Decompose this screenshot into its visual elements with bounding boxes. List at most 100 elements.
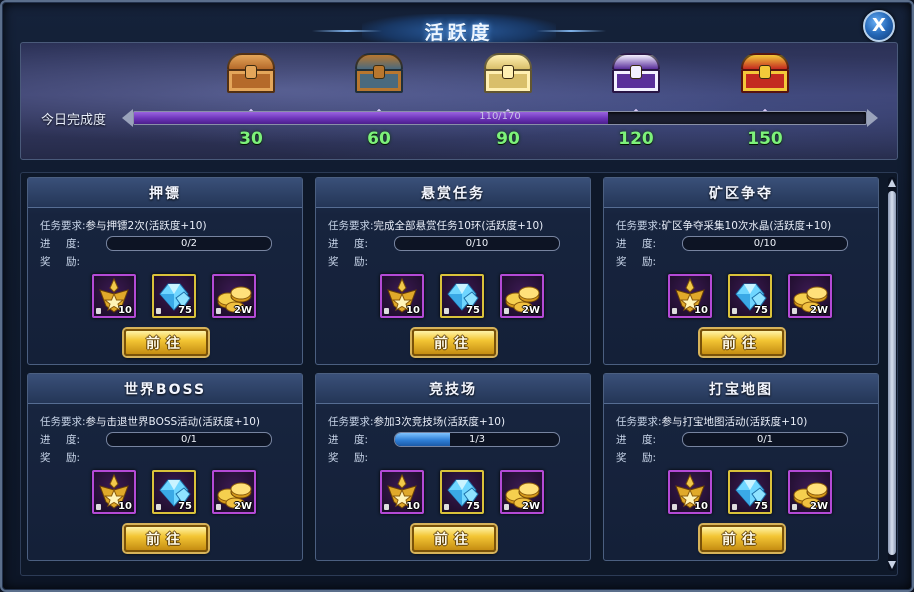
progress-label: 进度: — [40, 434, 81, 446]
quest-title: 世界BOSS — [123, 381, 207, 398]
reward-item[interactable]: 2W — [788, 274, 832, 318]
reward-item[interactable]: 10 — [92, 274, 136, 318]
close-button[interactable]: X — [863, 10, 895, 42]
goto-button-label: 前往 — [146, 531, 186, 548]
reward-quantity: 10 — [694, 501, 708, 512]
milestone-chest[interactable] — [473, 51, 543, 95]
quest-card: 押镖 任务要求:参与押镖2次(活跃度+10) 进度: 0/2 奖励: 10 75 2W 前往 — [27, 177, 303, 365]
reward-item[interactable]: 75 — [728, 274, 772, 318]
close-icon: X — [872, 15, 886, 36]
gold-chest-icon[interactable] — [481, 51, 535, 95]
milestone-chest[interactable] — [601, 51, 671, 95]
quest-requirement-row: 任务要求:完成全部悬赏任务10环(活跃度+10) — [328, 218, 543, 233]
reward-item[interactable]: 75 — [440, 470, 484, 514]
requirement-label: 任务要求: — [328, 416, 374, 428]
window-title: 活跃度 — [424, 21, 494, 44]
quest-progress-bar: 0/1 — [106, 432, 272, 447]
reward-label: 奖励: — [40, 256, 81, 268]
reward-quantity: 10 — [118, 305, 132, 316]
quest-title-bar: 悬赏任务 — [316, 178, 590, 208]
quest-requirement-row: 任务要求:参加3次竞技场(活跃度+10) — [328, 414, 505, 429]
reward-quantity: 2W — [810, 501, 828, 512]
quest-progress-text: 0/2 — [180, 238, 198, 249]
quest-progress-text: 1/3 — [468, 434, 486, 445]
scroll-thumb[interactable] — [888, 191, 896, 555]
reward-item[interactable]: 75 — [152, 470, 196, 514]
goto-button-label: 前往 — [434, 335, 474, 352]
lock-icon — [444, 504, 449, 510]
milestone-chest[interactable] — [344, 51, 414, 95]
activity-banner: 30 60 90 120 150 今日完成度 110/170 — [20, 42, 898, 160]
reward-item[interactable]: 10 — [92, 470, 136, 514]
quest-requirement: 参加3次竞技场(活跃度+10) — [373, 416, 506, 428]
reward-quantity: 10 — [694, 305, 708, 316]
daily-progress-text: 110/170 — [479, 111, 521, 122]
lock-icon — [732, 308, 737, 314]
wooden-chest-icon[interactable] — [224, 51, 278, 95]
quest-title: 矿区争夺 — [709, 185, 773, 202]
quest-card: 矿区争夺 任务要求:矿区争夺采集10次水晶(活跃度+10) 进度: 0/10 奖励: 10… — [603, 177, 879, 365]
reward-label: 奖励: — [328, 256, 369, 268]
iron-chest-icon[interactable] — [352, 51, 406, 95]
goto-button[interactable]: 前往 — [412, 329, 496, 356]
reward-item[interactable]: 75 — [728, 470, 772, 514]
reward-item[interactable]: 2W — [788, 470, 832, 514]
milestone-chest[interactable] — [216, 51, 286, 95]
reward-item[interactable]: 2W — [500, 470, 544, 514]
reward-label: 奖励: — [616, 452, 657, 464]
quest-title-bar: 矿区争夺 — [604, 178, 878, 208]
goto-button[interactable]: 前往 — [700, 329, 784, 356]
milestone-chest[interactable] — [730, 51, 800, 95]
goto-button[interactable]: 前往 — [412, 525, 496, 552]
reward-item[interactable]: 75 — [152, 274, 196, 318]
reward-quantity: 10 — [406, 305, 420, 316]
reward-item[interactable]: 10 — [668, 274, 712, 318]
quest-requirement: 参与击退世界BOSS活动(活跃度+10) — [85, 416, 261, 428]
quest-requirement: 矿区争夺采集10次水晶(活跃度+10) — [661, 220, 832, 232]
lock-icon — [504, 504, 509, 510]
goto-button[interactable]: 前往 — [124, 329, 208, 356]
goto-button[interactable]: 前往 — [700, 525, 784, 552]
lock-icon — [216, 308, 221, 314]
reward-item[interactable]: 2W — [212, 470, 256, 514]
reward-quantity: 75 — [178, 305, 192, 316]
reward-item[interactable]: 10 — [668, 470, 712, 514]
progress-label: 进度: — [40, 238, 81, 250]
scroll-down-arrow-icon[interactable] — [888, 561, 896, 569]
scrollbar[interactable] — [888, 177, 896, 571]
requirement-label: 任务要求: — [40, 220, 86, 232]
reward-item[interactable]: 2W — [500, 274, 544, 318]
quest-title: 打宝地图 — [709, 381, 773, 398]
quest-requirement-row: 任务要求:矿区争夺采集10次水晶(活跃度+10) — [616, 218, 831, 233]
reward-quantity: 75 — [466, 501, 480, 512]
lock-icon — [672, 504, 677, 510]
lock-icon — [384, 504, 389, 510]
quest-progress-text: 0/1 — [756, 434, 774, 445]
requirement-label: 任务要求: — [40, 416, 86, 428]
goto-button-label: 前往 — [722, 335, 762, 352]
quest-requirement: 完成全部悬赏任务10环(活跃度+10) — [373, 220, 544, 232]
quest-card: 悬赏任务 任务要求:完成全部悬赏任务10环(活跃度+10) 进度: 0/10 奖励: 10… — [315, 177, 591, 365]
milestone-value: 60 — [367, 129, 391, 149]
reward-item[interactable]: 2W — [212, 274, 256, 318]
silver-purple-chest-icon[interactable] — [609, 51, 663, 95]
quest-title-bar: 打宝地图 — [604, 374, 878, 404]
reward-quantity: 2W — [234, 501, 252, 512]
goto-button[interactable]: 前往 — [124, 525, 208, 552]
reward-label: 奖励: — [328, 452, 369, 464]
quest-progress-text: 0/10 — [465, 238, 489, 249]
progress-label: 进度: — [328, 434, 369, 446]
red-gold-chest-icon[interactable] — [738, 51, 792, 95]
reward-item[interactable]: 10 — [380, 470, 424, 514]
lock-icon — [156, 308, 161, 314]
reward-label: 奖励: — [40, 452, 81, 464]
reward-quantity: 2W — [522, 501, 540, 512]
lock-icon — [156, 504, 161, 510]
reward-item[interactable]: 10 — [380, 274, 424, 318]
scroll-up-arrow-icon[interactable] — [888, 179, 896, 187]
quest-progress-text: 0/10 — [753, 238, 777, 249]
quest-title-bar: 押镖 — [28, 178, 302, 208]
reward-quantity: 2W — [234, 305, 252, 316]
quest-title: 悬赏任务 — [421, 185, 485, 202]
reward-item[interactable]: 75 — [440, 274, 484, 318]
